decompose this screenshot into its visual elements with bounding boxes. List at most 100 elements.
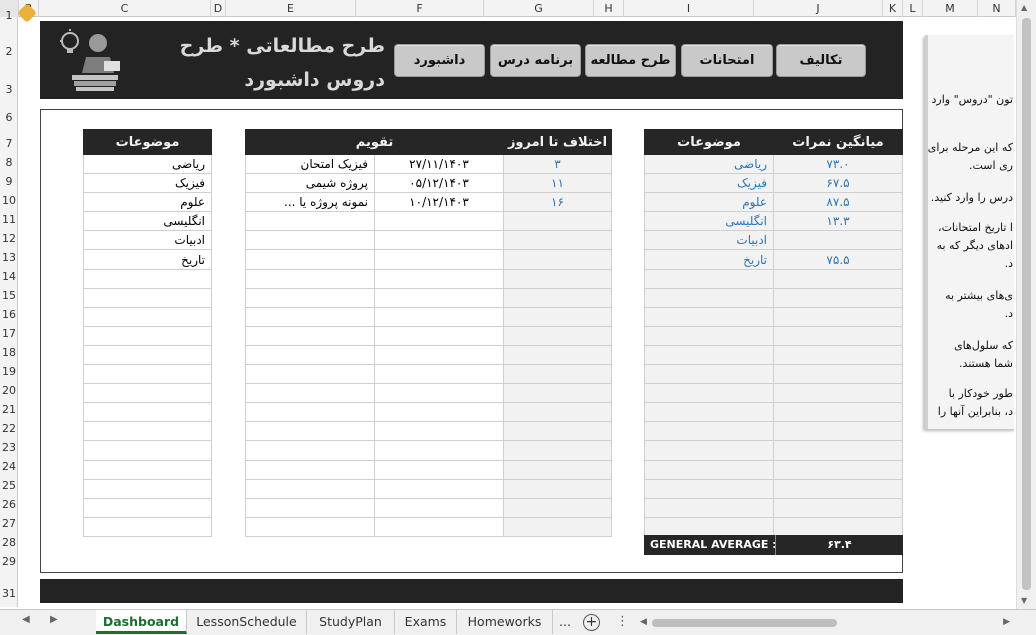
date-cell[interactable] [374, 364, 504, 385]
date-cell[interactable] [374, 268, 504, 289]
exams-nav-button[interactable]: امتحانات [681, 44, 773, 77]
topic-cell[interactable]: علوم [83, 192, 212, 213]
row-header[interactable]: 13 [0, 251, 18, 264]
column-header[interactable]: M [923, 0, 978, 17]
column-header[interactable]: N [978, 0, 1016, 17]
topic-cell[interactable]: انگلیسی [83, 211, 212, 232]
column-header[interactable]: D [211, 0, 226, 17]
event-cell[interactable] [245, 268, 375, 289]
date-cell[interactable] [374, 516, 504, 537]
study-plan-nav-button[interactable]: طرح مطالعه [585, 44, 676, 77]
event-cell[interactable] [245, 421, 375, 442]
event-cell[interactable]: نمونه پروژه یا ... [245, 192, 375, 213]
topic-cell[interactable] [83, 364, 212, 385]
date-cell[interactable] [374, 421, 504, 442]
tab-dashboard[interactable]: Dashboard [96, 610, 187, 634]
grade-topic-cell[interactable] [644, 402, 774, 423]
row-header[interactable]: 6 [0, 111, 18, 124]
row-header[interactable]: 7 [0, 137, 18, 150]
row-header[interactable]: 20 [0, 384, 18, 397]
diff-cell[interactable] [503, 230, 612, 251]
column-header[interactable]: K [883, 0, 903, 17]
grade-topic-cell[interactable] [644, 325, 774, 346]
event-cell[interactable] [245, 459, 375, 480]
row-header[interactable]: 11 [0, 213, 18, 226]
row-header[interactable]: 28 [0, 536, 18, 549]
avg-cell[interactable] [773, 459, 903, 480]
topic-cell[interactable]: ریاضی [83, 153, 212, 175]
row-header[interactable]: 14 [0, 270, 18, 283]
diff-cell[interactable] [503, 440, 612, 461]
avg-cell[interactable]: ۶۷.۵ [773, 173, 903, 194]
grade-topic-cell[interactable] [644, 421, 774, 442]
topic-cell[interactable] [83, 459, 212, 480]
avg-cell[interactable] [773, 268, 903, 289]
scroll-left-icon[interactable]: ◀ [640, 617, 647, 627]
add-sheet-button[interactable]: + [583, 614, 600, 631]
dashboard-nav-button[interactable]: داشبورد [394, 44, 485, 77]
diff-cell[interactable] [503, 287, 612, 308]
grade-topic-cell[interactable]: علوم [644, 192, 774, 213]
avg-cell[interactable] [773, 344, 903, 366]
diff-cell[interactable]: ۳ [503, 153, 612, 175]
diff-cell[interactable] [503, 421, 612, 442]
grade-topic-cell[interactable]: فیزیک [644, 173, 774, 194]
date-cell[interactable] [374, 230, 504, 251]
topic-cell[interactable]: ادبیات [83, 230, 212, 251]
horizontal-scroll-thumb[interactable] [652, 619, 837, 627]
avg-cell[interactable] [773, 325, 903, 346]
column-header[interactable]: G [484, 0, 594, 17]
scroll-down-icon[interactable]: ▼ [1021, 596, 1027, 605]
row-header[interactable]: 19 [0, 365, 18, 378]
topic-cell[interactable] [83, 516, 212, 537]
topic-cell[interactable] [83, 344, 212, 366]
row-header[interactable]: 15 [0, 289, 18, 302]
column-header[interactable]: L [903, 0, 923, 17]
row-header[interactable]: 26 [0, 498, 18, 511]
row-header[interactable]: 29 [0, 555, 18, 568]
avg-cell[interactable] [773, 478, 903, 499]
avg-cell[interactable] [773, 287, 903, 308]
row-header[interactable]: 25 [0, 479, 18, 492]
event-cell[interactable] [245, 440, 375, 461]
diff-cell[interactable] [503, 459, 612, 480]
vertical-scrollbar[interactable]: ▲ ▼ [1016, 0, 1036, 612]
row-header[interactable]: 22 [0, 422, 18, 435]
topic-cell[interactable] [83, 306, 212, 327]
date-cell[interactable]: ۲۷/۱۱/۱۴۰۳ [374, 153, 504, 175]
event-cell[interactable] [245, 230, 375, 251]
avg-cell[interactable] [773, 306, 903, 327]
diff-cell[interactable]: ۱۱ [503, 173, 612, 194]
row-header[interactable]: 12 [0, 232, 18, 245]
row-header[interactable]: 17 [0, 327, 18, 340]
diff-cell[interactable] [503, 364, 612, 385]
row-header[interactable]: 9 [0, 175, 18, 188]
avg-cell[interactable]: ۷۳.۰ [773, 153, 903, 175]
diff-cell[interactable] [503, 383, 612, 404]
date-cell[interactable] [374, 383, 504, 404]
date-cell[interactable] [374, 325, 504, 346]
event-cell[interactable] [245, 287, 375, 308]
date-cell[interactable] [374, 402, 504, 423]
column-header[interactable]: H [594, 0, 624, 17]
row-header[interactable]: 8 [0, 156, 18, 169]
diff-cell[interactable] [503, 249, 612, 270]
tab-lesson-schedule[interactable]: LessonSchedule [187, 610, 307, 634]
event-cell[interactable] [245, 306, 375, 327]
topic-cell[interactable] [83, 440, 212, 461]
column-header[interactable]: E [226, 0, 356, 17]
more-tabs-button[interactable]: ... [553, 610, 577, 634]
grade-topic-cell[interactable] [644, 364, 774, 385]
avg-cell[interactable]: ۱۳.۳ [773, 211, 903, 232]
topic-cell[interactable] [83, 325, 212, 346]
event-cell[interactable]: پروژه شیمی [245, 173, 375, 194]
avg-cell[interactable] [773, 383, 903, 404]
avg-cell[interactable]: ۸۷.۵ [773, 192, 903, 213]
topic-cell[interactable] [83, 287, 212, 308]
diff-cell[interactable] [503, 306, 612, 327]
row-header[interactable]: 23 [0, 441, 18, 454]
event-cell[interactable] [245, 497, 375, 518]
date-cell[interactable] [374, 440, 504, 461]
horizontal-scrollbar[interactable]: ◀ ▶ [640, 617, 1010, 629]
grade-topic-cell[interactable] [644, 478, 774, 499]
